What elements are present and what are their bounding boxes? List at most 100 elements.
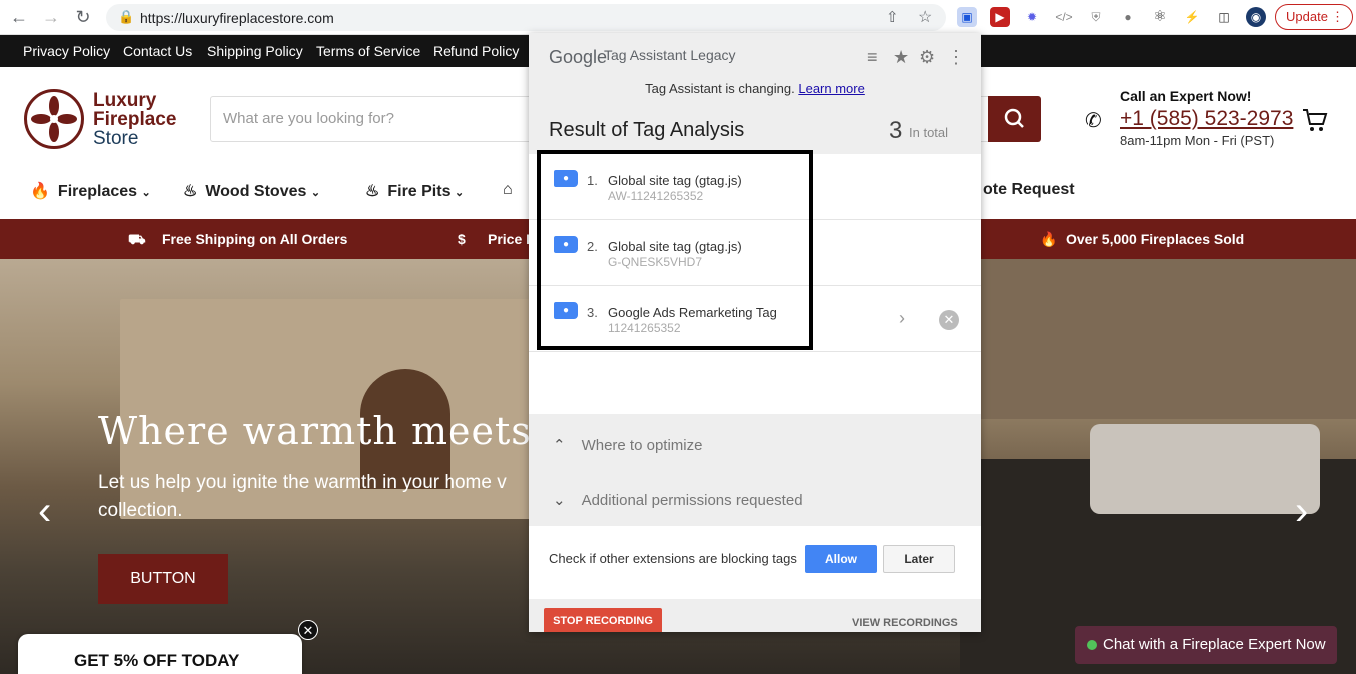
google-logo: Google [549, 47, 608, 67]
nav-fireplaces[interactable]: 🔥 Fireplaces ⌄ [30, 181, 151, 201]
more-vert-icon[interactable]: ⋮ [947, 47, 965, 68]
online-status-dot [1087, 640, 1097, 650]
logo-emblem-icon[interactable] [24, 89, 84, 149]
discount-offer-popup[interactable]: GET 5% OFF TODAY [18, 634, 302, 674]
extension-shield-icon[interactable]: ⛨ [1086, 7, 1106, 27]
extension-gear-blue-icon[interactable]: ✹ [1022, 7, 1042, 27]
nav-wood-stoves[interactable]: ♨ Wood Stoves ⌄ [183, 181, 320, 201]
view-recordings-link[interactable]: VIEW RECORDINGS [852, 617, 958, 629]
lock-icon: 🔒 [118, 9, 135, 24]
additional-permissions-label: Additional permissions requested [581, 492, 803, 509]
fire-pit-icon: ♨ [365, 183, 380, 200]
reload-icon[interactable]: ↻ [70, 5, 96, 29]
business-hours: 8am-11pm Mon - Fri (PST) [1120, 133, 1275, 148]
back-icon[interactable]: ← [6, 5, 32, 29]
flame-icon: 🔥 [30, 183, 50, 200]
offer-text: GET 5% OFF TODAY [74, 651, 240, 670]
browser-toolbar: ← → ↻ 🔒 https://luxuryfireplacestore.com… [0, 0, 1356, 35]
share-icon[interactable]: ⇧ [886, 8, 899, 26]
nav-fire-pits-label: Fire Pits [387, 183, 451, 200]
nav-fire-pits[interactable]: ♨ Fire Pits ⌄ [365, 181, 464, 201]
close-icon[interactable]: ✕ [298, 620, 318, 640]
carousel-next-icon[interactable]: › [1295, 489, 1308, 534]
result-title: Result of Tag Analysis [549, 119, 745, 141]
hand-dollar-icon: $ [458, 231, 466, 247]
nav-fireplaces-label: Fireplaces [57, 183, 138, 200]
additional-permissions-accordion[interactable]: ⌄ Additional permissions requested [553, 491, 803, 509]
chevron-right-icon[interactable]: › [899, 308, 905, 329]
chevron-down-icon: ⌄ [310, 187, 321, 199]
logo-line-1: Luxury [93, 90, 157, 111]
hero-subtitle: Let us help you ignite the warmth in you… [98, 472, 507, 521]
phone-number-link[interactable]: +1 (585) 523-2973 [1120, 107, 1293, 131]
nav-quote-request-label: ote Request [983, 181, 1075, 198]
flame-icon: 🔥 [1040, 231, 1058, 247]
product-name: Tag Assistant Legacy [604, 47, 736, 63]
search-button[interactable] [988, 96, 1041, 142]
nav-quote-request[interactable]: ote Request [983, 181, 1075, 199]
hero-button[interactable]: BUTTON [98, 554, 228, 604]
bookmark-star-icon[interactable]: ☆ [918, 7, 932, 27]
blocking-check-text: Check if other extensions are blocking t… [549, 551, 797, 566]
promo-fireplaces-sold: Over 5,000 Fireplaces Sold [1066, 231, 1245, 247]
terms-of-service-link[interactable]: Terms of Service [316, 43, 420, 59]
tag-assistant-extension-icon[interactable]: ▣ [957, 7, 977, 27]
logo-line-2: Fireplace [93, 109, 177, 130]
chevron-down-icon: ⌄ [553, 492, 566, 509]
extensions-puzzle-icon[interactable]: ⚛ [1150, 7, 1170, 27]
notice-text: Tag Assistant is changing. [645, 81, 795, 96]
chevron-down-icon: ⌄ [141, 187, 151, 199]
privacy-policy-link[interactable]: Privacy Policy [23, 43, 110, 59]
star-icon[interactable]: ★ [893, 47, 909, 68]
extension-bolt-icon[interactable]: ⚡ [1182, 7, 1202, 27]
shipping-policy-link[interactable]: Shipping Policy [207, 43, 303, 59]
where-to-optimize-accordion[interactable]: ⌃ Where to optimize [553, 436, 702, 454]
stove-icon: ♨ [183, 183, 198, 200]
call-expert-label: Call an Expert Now! [1120, 88, 1252, 104]
chat-button[interactable]: Chat with a Fireplace Expert Now [1075, 626, 1337, 664]
hero-cushion-image [1090, 424, 1320, 514]
update-label: Update [1286, 9, 1328, 24]
where-to-optimize-label: Where to optimize [581, 437, 703, 454]
promo-free-shipping: Free Shipping on All Orders [162, 231, 348, 247]
url-text: https://luxuryfireplacestore.com [140, 10, 334, 26]
in-total-label: In total [909, 125, 949, 140]
remove-tag-icon[interactable]: ✕ [939, 310, 959, 330]
changing-notice: Tag Assistant is changing. Learn more [529, 81, 981, 96]
contact-us-link[interactable]: Contact Us [123, 43, 192, 59]
extension-red-icon[interactable]: ▶ [990, 7, 1010, 27]
chevron-up-icon: ⌃ [553, 437, 566, 454]
settings-gear-icon[interactable]: ⚙ [919, 47, 935, 68]
stop-recording-button[interactable]: STOP RECORDING [544, 608, 662, 632]
phone-icon: ✆ [1085, 110, 1102, 132]
more-vert-icon: ⋮ [1331, 9, 1344, 24]
address-bar[interactable]: 🔒 https://luxuryfireplacestore.com ⇧ ☆ [106, 4, 946, 31]
side-panel-icon[interactable]: ◫ [1214, 7, 1234, 27]
filter-icon[interactable]: ≡ [867, 47, 878, 68]
later-button[interactable]: Later [883, 545, 955, 573]
chat-label: Chat with a Fireplace Expert Now [1103, 636, 1326, 653]
allow-button[interactable]: Allow [805, 545, 877, 573]
tag-count: 3 [889, 117, 903, 144]
home-icon[interactable]: ⌂ [503, 181, 513, 199]
extension-code-icon[interactable]: </> [1054, 7, 1074, 27]
optimization-section: ⌃ Where to optimize ⌄ Additional permissio… [529, 414, 981, 526]
update-button[interactable]: Update ⋮ [1275, 4, 1353, 30]
logo-text[interactable]: Luxury Fireplace Store [93, 91, 176, 148]
extension-globe-icon[interactable]: ● [1118, 7, 1138, 27]
search-placeholder: What are you looking for? [223, 110, 394, 127]
tag-assistant-header: Google Tag Assistant Legacy ≡ ★ ⚙ ⋮ Tag … [529, 33, 981, 154]
truck-icon: ⛟ [128, 231, 146, 247]
hero-wall-image [980, 259, 1356, 419]
carousel-prev-icon[interactable]: ‹ [38, 489, 51, 534]
learn-more-link[interactable]: Learn more [798, 81, 864, 96]
search-icon [1004, 108, 1024, 128]
tag-assistant-footer: STOP RECORDING VIEW RECORDINGS [529, 599, 981, 632]
highlight-box [537, 150, 813, 350]
nav-wood-stoves-label: Wood Stoves [205, 183, 307, 200]
cart-icon[interactable] [1302, 107, 1328, 133]
refund-policy-link[interactable]: Refund Policy [433, 43, 519, 59]
logo-line-3: Store [93, 128, 139, 149]
forward-icon[interactable]: → [38, 5, 64, 29]
profile-avatar[interactable]: ◉ [1246, 7, 1266, 27]
